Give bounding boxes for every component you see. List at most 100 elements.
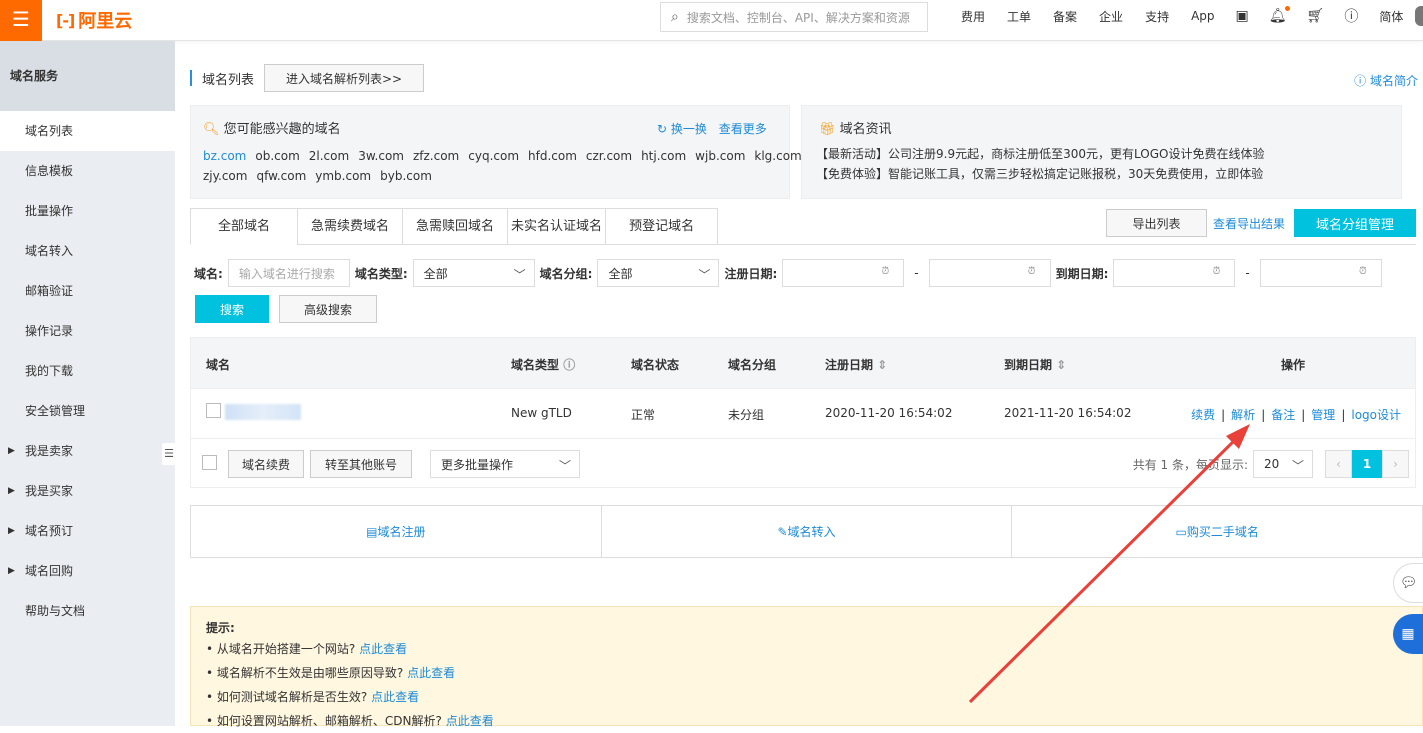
help-icon[interactable]: ⓘ — [1344, 6, 1358, 26]
notification-dot — [1284, 6, 1290, 11]
avatar[interactable] — [1415, 6, 1423, 26]
suggested-domain[interactable]: cyq.com — [468, 149, 519, 163]
transfer-account-button[interactable]: 转至其他账号 — [310, 450, 412, 478]
sidebar-item-downloads[interactable]: 我的下载 — [0, 351, 175, 391]
export-results-link[interactable]: 查看导出结果 — [1213, 215, 1285, 232]
manage-link[interactable]: 管理 — [1311, 408, 1335, 422]
suggested-domain[interactable]: 3w.com — [358, 149, 404, 163]
suggested-domain[interactable]: zjy.com — [203, 169, 247, 183]
sidebar-item-domain-list[interactable]: 域名列表 — [0, 111, 175, 151]
question-icon[interactable]: ⓘ — [563, 358, 575, 372]
suggested-domain[interactable]: ob.com — [255, 149, 299, 163]
suggested-domain[interactable]: ymb.com — [315, 169, 371, 183]
suggested-domain[interactable]: wjb.com — [695, 149, 745, 163]
reg-date-end-input[interactable]: ⏰︎ — [928, 259, 1051, 287]
export-list-button[interactable]: 导出列表 — [1106, 209, 1207, 237]
global-search-input[interactable]: ⌕ 搜索文档、控制台、API、解决方案和资源 — [660, 2, 928, 32]
news-line[interactable]: 【最新活动】公司注册9.9元起，商标注册低至300元，更有LOGO设计免费在线体… — [816, 144, 1264, 164]
sidebar-item-buyer[interactable]: ▶ 我是买家 — [0, 471, 175, 511]
exp-date-start-input[interactable]: ⏰︎ — [1113, 259, 1236, 287]
row-checkbox[interactable] — [206, 403, 221, 418]
tip-link[interactable]: 点此查看 — [359, 642, 407, 656]
nav-icp[interactable]: 备案 — [1053, 8, 1077, 25]
sidebar-item-buyback[interactable]: ▶ 域名回购 — [0, 551, 175, 591]
tip-text: • 域名解析不生效是由哪些原因导致? — [206, 666, 404, 680]
col-group: 域名分组 — [728, 358, 777, 372]
page-number[interactable]: 1 — [1352, 450, 1382, 478]
brand-logo[interactable]: [-] 阿里云 — [56, 7, 132, 33]
view-more-link[interactable]: 查看更多 — [719, 122, 767, 136]
group-select[interactable]: 全部 ﹀ — [597, 259, 720, 287]
domain-table: 域名 域名类型 ⓘ 域名状态 域名分组 注册日期 ⇕ 到期日期 ⇕ 操作 New… — [190, 337, 1416, 488]
renew-link[interactable]: 续费 — [1191, 408, 1215, 422]
page-size-select[interactable]: 20 ﹀ — [1253, 450, 1313, 478]
col-reg-date[interactable]: 注册日期 ⇕ — [825, 356, 887, 373]
sidebar-item-security-lock[interactable]: 安全锁管理 — [0, 391, 175, 431]
more-batch-select[interactable]: 更多批量操作 ﹀ — [430, 450, 580, 478]
dns-resolve-link[interactable]: 解析 — [1231, 408, 1255, 422]
sidebar-item-help[interactable]: 帮助与文档 — [0, 591, 175, 631]
sidebar-item-reserve[interactable]: ▶ 域名预订 — [0, 511, 175, 551]
gift-icon: 🎁︎ — [819, 122, 840, 137]
tab-all-domains[interactable]: 全部域名 — [190, 208, 298, 245]
language-switch[interactable]: 简体 — [1379, 8, 1403, 25]
bell-icon[interactable]: 🔔︎ — [1269, 6, 1290, 24]
suggested-domain[interactable]: hfd.com — [528, 149, 577, 163]
nav-tickets[interactable]: 工单 — [1007, 8, 1031, 25]
prev-page-button[interactable]: ‹ — [1325, 450, 1352, 478]
next-page-button[interactable]: › — [1382, 450, 1409, 478]
batch-renew-button[interactable]: 域名续费 — [228, 450, 304, 478]
nav-app[interactable]: App — [1191, 9, 1214, 23]
group-manage-button[interactable]: 域名分组管理 — [1294, 209, 1416, 237]
col-ops: 操作 — [1281, 358, 1306, 372]
nav-enterprise[interactable]: 企业 — [1099, 8, 1123, 25]
select-all-checkbox[interactable] — [202, 455, 217, 470]
search-button[interactable]: 搜索 — [195, 295, 269, 323]
logo-design-link[interactable]: logo设计 — [1351, 408, 1401, 422]
col-exp-date[interactable]: 到期日期 ⇕ — [1004, 356, 1066, 373]
enter-dns-list-button[interactable]: 进入域名解析列表>> — [264, 64, 425, 92]
refresh-link[interactable]: 换一换 — [671, 122, 707, 136]
type-select[interactable]: 全部 ﹀ — [412, 259, 535, 287]
tab-redeem-needed[interactable]: 急需赎回域名 — [402, 208, 508, 245]
reg-date-start-input[interactable]: ⏰︎ — [782, 259, 905, 287]
collapse-sidebar-icon[interactable]: ☰ — [162, 443, 176, 465]
sidebar-item-batch[interactable]: 批量操作 — [0, 191, 175, 231]
tab-unverified[interactable]: 未实名认证域名 — [507, 208, 606, 245]
sidebar-item-templates[interactable]: 信息模板 — [0, 151, 175, 191]
separator: | — [1221, 408, 1226, 422]
sidebar-item-email-verify[interactable]: 邮箱验证 — [0, 271, 175, 311]
sidebar-item-seller[interactable]: ▶ 我是卖家 — [0, 431, 175, 471]
suggested-domain[interactable]: 2l.com — [309, 149, 349, 163]
suggested-domain[interactable]: bz.com — [203, 149, 246, 163]
suggested-domain[interactable]: klg.com — [754, 149, 801, 163]
cart-icon[interactable]: 🛒︎ — [1307, 8, 1325, 24]
nav-billing[interactable]: 费用 — [961, 8, 985, 25]
register-domain-link[interactable]: ▤ 域名注册 — [191, 506, 602, 557]
news-line[interactable]: 【免费体验】智能记账工具，仅需三步轻松搞定记账报税，30天免费使用，立即体验 — [816, 164, 1264, 184]
terminal-icon[interactable]: ▣ — [1236, 8, 1249, 24]
tip-link[interactable]: 点此查看 — [371, 690, 419, 704]
suggested-domain[interactable]: htj.com — [641, 149, 686, 163]
transfer-domain-link[interactable]: ✎ 域名转入 — [602, 506, 1013, 557]
refresh-icon[interactable]: ↻ — [657, 122, 671, 136]
suggested-domain[interactable]: zfz.com — [413, 149, 459, 163]
sidebar-item-transfer-in[interactable]: 域名转入 — [0, 231, 175, 271]
tip-text: • 如何测试域名解析是否生效? — [206, 690, 368, 704]
domain-name-redacted[interactable] — [225, 404, 301, 420]
tab-preregistered[interactable]: 预登记域名 — [605, 208, 719, 245]
tip-link[interactable]: 点此查看 — [407, 666, 455, 680]
suggested-domain[interactable]: byb.com — [380, 169, 432, 183]
tab-renew-needed[interactable]: 急需续费域名 — [297, 208, 403, 245]
domain-search-input[interactable]: 输入域名进行搜索 — [227, 259, 350, 287]
sidebar-item-op-log[interactable]: 操作记录 — [0, 311, 175, 351]
suggested-domain[interactable]: qfw.com — [256, 169, 306, 183]
remark-link[interactable]: 备注 — [1271, 408, 1295, 422]
nav-support[interactable]: 支持 — [1145, 8, 1169, 25]
advanced-search-button[interactable]: 高级搜索 — [279, 295, 377, 323]
domain-intro-link[interactable]: ⓘ 域名简介 — [1354, 72, 1418, 89]
buy-secondhand-link[interactable]: ▭ 购买二手域名 — [1012, 506, 1422, 557]
suggested-domain[interactable]: czr.com — [586, 149, 632, 163]
exp-date-end-input[interactable]: ⏰︎ — [1259, 259, 1382, 287]
menu-icon[interactable]: ☰ — [0, 0, 42, 41]
